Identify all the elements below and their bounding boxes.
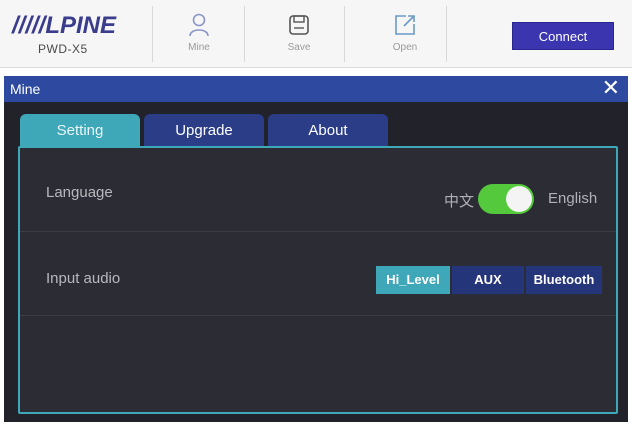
toggle-knob bbox=[506, 186, 532, 212]
open-icon bbox=[395, 15, 415, 35]
brand-logo: /////LPINE bbox=[12, 12, 117, 39]
settings-panel: Language 中文 English Input audio Hi_Level… bbox=[18, 146, 618, 414]
input-audio-label: Input audio bbox=[46, 270, 121, 287]
connect-button[interactable]: Connect bbox=[512, 22, 614, 50]
dialog-titlebar: Mine ✕ bbox=[4, 76, 628, 102]
mine-dialog: Mine ✕ Setting Upgrade About Language 中文… bbox=[4, 76, 628, 422]
tab-about[interactable]: About bbox=[268, 114, 388, 148]
save-button[interactable]: Save bbox=[264, 8, 334, 62]
input-audio-row: Input audio Hi_Level AUX Bluetooth bbox=[20, 232, 616, 316]
open-button[interactable]: Open bbox=[370, 8, 440, 62]
toolbar-divider bbox=[152, 6, 153, 62]
toolbar-divider bbox=[344, 6, 345, 62]
brand: /////LPINE PWD-X5 bbox=[8, 8, 148, 60]
language-row: Language 中文 English bbox=[20, 148, 616, 232]
save-icon bbox=[289, 15, 309, 35]
toolbar-divider bbox=[244, 6, 245, 62]
input-audio-bluetooth[interactable]: Bluetooth bbox=[526, 266, 602, 294]
person-icon bbox=[189, 13, 209, 37]
language-option-chinese: 中文 bbox=[444, 193, 475, 210]
mine-button[interactable]: Mine bbox=[164, 8, 234, 62]
close-icon[interactable]: ✕ bbox=[602, 77, 620, 99]
mine-label: Mine bbox=[188, 42, 210, 53]
language-label: Language bbox=[46, 184, 113, 201]
tab-upgrade[interactable]: Upgrade bbox=[144, 114, 264, 148]
tab-setting[interactable]: Setting bbox=[20, 114, 140, 148]
model-name: PWD-X5 bbox=[38, 42, 88, 56]
open-label: Open bbox=[392, 42, 418, 53]
language-option-english: English bbox=[548, 190, 598, 207]
input-audio-hi-level[interactable]: Hi_Level bbox=[376, 266, 450, 294]
dialog-title: Mine bbox=[10, 81, 41, 97]
toolbar-divider bbox=[446, 6, 447, 62]
input-audio-aux[interactable]: AUX bbox=[452, 266, 524, 294]
input-audio-segmented-control: Hi_Level AUX Bluetooth bbox=[376, 266, 602, 294]
language-toggle[interactable] bbox=[478, 184, 534, 214]
top-toolbar: /////LPINE PWD-X5 Mine Save Open Connect bbox=[0, 0, 632, 68]
save-label: Save bbox=[287, 42, 311, 53]
